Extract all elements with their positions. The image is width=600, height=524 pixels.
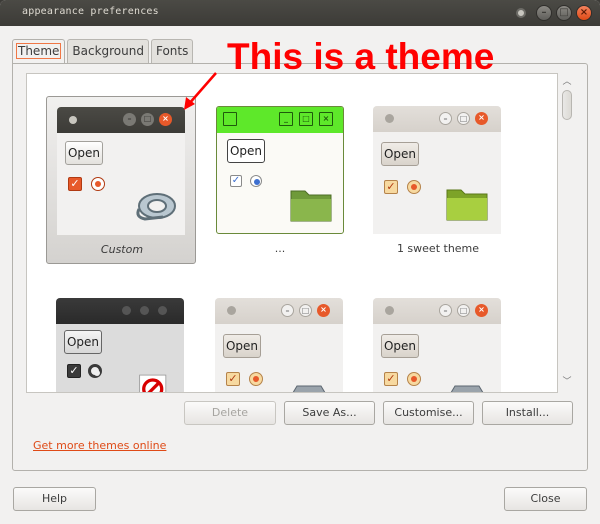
- preview-radio: [88, 364, 102, 378]
- theme-preview: Open ✓: [56, 298, 184, 392]
- theme-name: 1 sweet theme: [396, 242, 480, 255]
- preview-minimize-icon: –: [123, 113, 136, 126]
- preview-checkbox: ✓: [67, 364, 81, 378]
- window-title: appearance preferences: [22, 6, 159, 17]
- appearance-preferences-window: appearance preferences – □ × Theme Backg…: [0, 0, 600, 524]
- preview-menu-icon: [385, 306, 394, 315]
- window-menu-icon[interactable]: [516, 8, 526, 18]
- theme-preview: – □ × Open ✓: [215, 298, 343, 392]
- preview-checkbox: ✓: [384, 180, 398, 194]
- scroll-up-icon[interactable]: ︿: [562, 77, 572, 87]
- scroll-down-icon[interactable]: ﹀: [562, 377, 572, 387]
- preview-drive-icon: [292, 385, 326, 392]
- preview-no-entry-icon: [139, 374, 167, 392]
- theme-name: ...: [274, 242, 286, 255]
- preview-radio: [91, 177, 105, 191]
- window-titlebar[interactable]: appearance preferences – □ ×: [0, 0, 600, 26]
- theme-item-6[interactable]: – □ × Open ✓: [363, 288, 513, 392]
- preview-radio: [407, 372, 421, 386]
- save-as-button[interactable]: Save As...: [284, 401, 375, 425]
- help-button[interactable]: Help: [13, 487, 96, 511]
- customise-button[interactable]: Customise...: [383, 401, 474, 425]
- preview-open-button: Open: [64, 330, 102, 354]
- preview-steering-wheel-icon: [136, 193, 176, 221]
- get-more-themes-link[interactable]: Get more themes online: [33, 439, 166, 452]
- preview-checkbox: ✓: [230, 175, 242, 187]
- preview-maximize-icon: □: [299, 112, 313, 126]
- tab-bar: Theme Background Fonts: [12, 39, 194, 64]
- preview-menu-icon: [69, 116, 77, 124]
- preview-close-icon: ×: [319, 112, 333, 126]
- theme-item-4[interactable]: Open ✓: [46, 288, 196, 392]
- theme-item-custom[interactable]: – □ × Open ✓ Custom: [46, 96, 196, 264]
- tab-fonts-label: Fonts: [155, 44, 189, 58]
- preview-minimize-icon: [122, 306, 131, 315]
- preview-open-button: Open: [381, 142, 419, 166]
- theme-item-sweet[interactable]: – □ × Open ✓ 1 sweet theme: [363, 96, 513, 264]
- preview-close-icon: ×: [159, 113, 172, 126]
- preview-maximize-icon: □: [457, 112, 470, 125]
- install-button[interactable]: Install...: [482, 401, 573, 425]
- tab-background-label: Background: [72, 44, 144, 58]
- theme-item-5[interactable]: – □ × Open ✓: [205, 288, 355, 392]
- preview-maximize-icon: □: [457, 304, 470, 317]
- preview-minimize-icon: –: [439, 304, 452, 317]
- scrollbar-thumb[interactable]: [562, 90, 572, 120]
- preview-maximize-icon: □: [299, 304, 312, 317]
- theme-name: Custom: [100, 243, 144, 256]
- preview-checkbox: ✓: [384, 372, 398, 386]
- preview-checkbox: ✓: [226, 372, 240, 386]
- tab-fonts[interactable]: Fonts: [150, 39, 194, 63]
- annotation-text: This is a theme: [227, 36, 495, 77]
- preview-menu-icon: [227, 306, 236, 315]
- close-button[interactable]: Close: [504, 487, 587, 511]
- window-controls: – □ ×: [516, 5, 592, 21]
- preview-close-icon: ×: [317, 304, 330, 317]
- preview-open-button: Open: [65, 141, 103, 165]
- preview-close-icon: [158, 306, 167, 315]
- preview-menu-icon: [223, 112, 237, 126]
- preview-maximize-icon: □: [141, 113, 154, 126]
- tab-theme[interactable]: Theme: [12, 39, 66, 64]
- preview-drive-icon: [450, 385, 484, 392]
- preview-radio: [250, 175, 262, 187]
- preview-folder-icon: [290, 190, 332, 222]
- theme-preview: – □ × Open ✓: [373, 106, 501, 234]
- preview-maximize-icon: [140, 306, 149, 315]
- preview-close-icon: ×: [475, 304, 488, 317]
- tab-theme-label: Theme: [15, 43, 62, 59]
- tab-background[interactable]: Background: [67, 39, 149, 63]
- preview-minimize-icon: –: [439, 112, 452, 125]
- minimize-icon[interactable]: –: [536, 5, 552, 21]
- maximize-icon[interactable]: □: [556, 5, 572, 21]
- preview-minimize-icon: –: [281, 304, 294, 317]
- theme-preview: – □ × Open ✓: [373, 298, 501, 392]
- preview-open-button: Open: [381, 334, 419, 358]
- preview-minimize-icon: _: [279, 112, 293, 126]
- preview-menu-icon: [385, 114, 394, 123]
- preview-folder-icon: [446, 189, 488, 221]
- preview-open-button: Open: [227, 139, 265, 163]
- delete-button[interactable]: Delete: [184, 401, 276, 425]
- theme-preview: _ □ × Open ✓: [216, 106, 344, 234]
- preview-close-icon: ×: [475, 112, 488, 125]
- theme-grid-scrollbar[interactable]: ︿ ﹀: [559, 73, 575, 393]
- close-icon[interactable]: ×: [576, 5, 592, 21]
- preview-radio: [407, 180, 421, 194]
- theme-preview: – □ × Open ✓: [57, 107, 185, 235]
- preview-radio: [249, 372, 263, 386]
- preview-checkbox: ✓: [68, 177, 82, 191]
- theme-grid: – □ × Open ✓ Custom _ □ × Open ✓ ... – □…: [26, 73, 558, 393]
- theme-item-2[interactable]: _ □ × Open ✓ ...: [205, 96, 355, 264]
- preview-open-button: Open: [223, 334, 261, 358]
